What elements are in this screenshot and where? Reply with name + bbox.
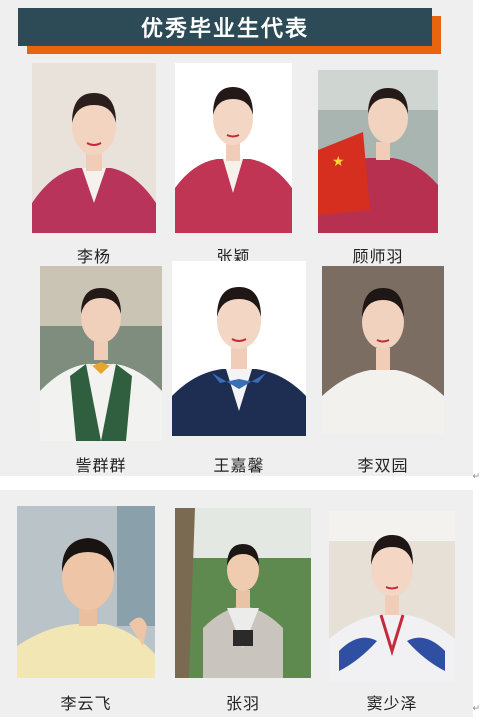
- page-title: 优秀毕业生代表: [18, 8, 432, 46]
- svg-text:★: ★: [332, 154, 345, 170]
- paragraph-mark-icon: ↵: [472, 472, 480, 482]
- portrait-photo: [17, 506, 155, 678]
- student-name: 张羽: [225, 694, 260, 713]
- portrait-photo: [175, 508, 311, 678]
- portrait-photo: [175, 63, 292, 233]
- portrait-photo: [40, 266, 162, 441]
- student-name: 顾师羽: [352, 247, 404, 266]
- student-name: 訾群群: [75, 456, 127, 475]
- student-name: 窦少泽: [366, 694, 418, 713]
- student-name: 李双园: [357, 456, 409, 475]
- portrait-photo: [172, 261, 306, 436]
- student-name: 王嘉馨: [213, 456, 265, 475]
- portrait-photo: [329, 511, 455, 681]
- paragraph-mark-icon: ↵: [472, 704, 480, 714]
- portrait-photo: [32, 63, 156, 233]
- student-name: 李云飞: [60, 694, 112, 713]
- portrait-photo: ★: [318, 70, 438, 233]
- portrait-photo: [322, 266, 444, 434]
- student-name: 李杨: [76, 247, 111, 266]
